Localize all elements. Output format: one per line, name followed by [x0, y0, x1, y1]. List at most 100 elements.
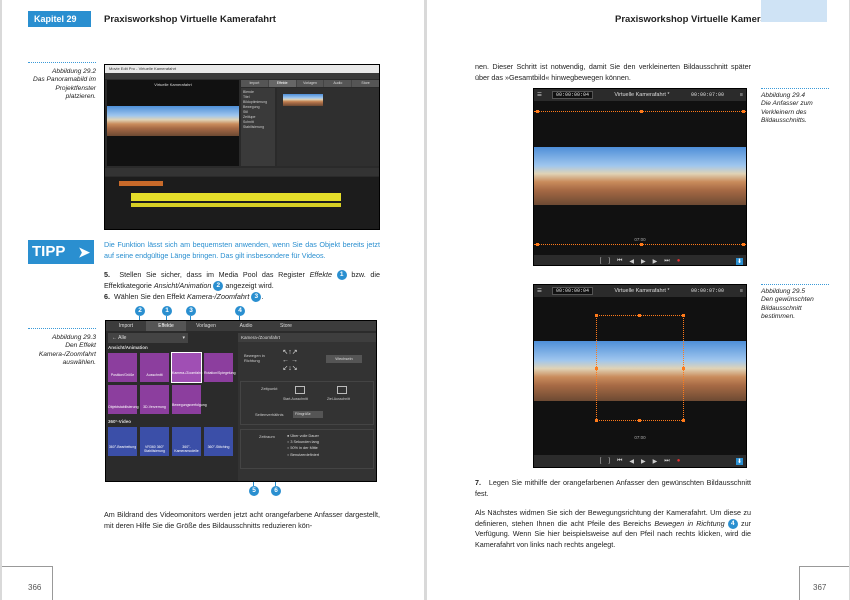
tab-vorlagen[interactable]: Vorlagen [186, 321, 226, 331]
tile-360-stabilisierung[interactable]: VR360 360° Stabilisierung [140, 427, 169, 456]
start-label[interactable]: Start-Ausschnitt [283, 397, 308, 401]
figure-caption-29-2: Abbildung 29.2 Das Panoramabild im Proje… [24, 68, 96, 102]
jump-end-icon[interactable]: ⏭ [664, 258, 669, 265]
tile-label: 360°-Stitching [207, 445, 230, 449]
reset-button[interactable]: Wechseln [326, 355, 362, 363]
record-icon[interactable]: ● [677, 258, 681, 264]
duration-options: ● Über volle Dauer ○ 3 Sekunden lang ○ 5… [287, 433, 319, 458]
tile-360-kameramodelle[interactable]: 360°-Kameramodelle [172, 427, 201, 456]
corner-mark [52, 566, 53, 600]
duration-label: Zeitraum [259, 434, 275, 439]
tile-360-stitching[interactable]: 360°-Stitching [204, 427, 233, 456]
tab-import[interactable]: Import [241, 80, 268, 87]
time-scale: 07:00 [634, 237, 646, 242]
menu-icon[interactable]: ≡ [740, 288, 743, 294]
handle[interactable] [595, 314, 598, 317]
tab-audio[interactable]: Audio [324, 80, 352, 87]
monitor-screenshot-29-5: ☰ 00:00:00:04 Virtuelle Kamerafahrt * 00… [533, 284, 747, 468]
monitor-title: Virtuelle Kamerafahrt * [614, 92, 670, 98]
jump-end-icon[interactable]: ⏭ [664, 458, 669, 465]
mark-in-icon[interactable]: [ [600, 458, 602, 464]
tile-kamera-zoomfahrt[interactable]: Kamera-/Zoomfahrt [171, 352, 202, 383]
end-frame-icon[interactable] [337, 386, 347, 394]
media-thumbnail[interactable] [283, 94, 323, 106]
caption-label: Abbildung 29.5 [761, 288, 805, 295]
panorama-image [534, 147, 746, 205]
handle[interactable] [536, 110, 539, 113]
tile-360-bearbeitung[interactable]: 360°-Bearbeitung [108, 427, 137, 456]
tab-effekte[interactable]: Effekte [268, 80, 296, 87]
transport-controls: [ ] ⏮ ◀ ▶ ▶ ⏭ ● ⬇ [534, 255, 746, 265]
jump-start-icon[interactable]: ⏮ [617, 258, 622, 265]
callout-badge: 3 [251, 292, 262, 303]
tab-store[interactable]: Store [352, 80, 379, 87]
tipp-badge: TIPP ➤ [28, 240, 94, 264]
tile-bewegungsverfolgung[interactable]: Bewegungsverfolgung [172, 385, 207, 414]
menu-icon[interactable]: ☰ [537, 92, 542, 98]
figure-caption-29-5: Abbildung 29.5 Den gewünschten Bildaussc… [761, 288, 823, 322]
tile-3d-verzerrung[interactable]: 3D-Verzerrung [140, 385, 169, 414]
mark-in-icon[interactable]: [ [600, 258, 602, 264]
left-page: Kapitel 29 Praxisworkshop Virtuelle Kame… [2, 0, 424, 600]
tab-import[interactable]: Import [106, 321, 146, 331]
radio-option[interactable]: ○ 50% in der Mitte [287, 445, 319, 451]
corner-mark [2, 566, 52, 567]
handle[interactable] [742, 110, 745, 113]
tile-label: Objektstabilisierung [108, 405, 139, 409]
end-label[interactable]: Ziel-Ausschnitt [327, 397, 350, 401]
clip-header[interactable] [119, 181, 163, 186]
handle[interactable] [638, 314, 641, 317]
jump-start-icon[interactable]: ⏮ [617, 458, 622, 465]
points-label: Zeitpunkt [261, 386, 278, 391]
mark-out-icon[interactable]: ] [608, 458, 610, 464]
effect-tiles-360: 360°-Bearbeitung VR360 360° Stabilisieru… [108, 427, 234, 456]
step-forward-icon[interactable]: ▶ [653, 258, 658, 265]
handle[interactable] [682, 419, 685, 422]
tab-audio[interactable]: Audio [226, 321, 266, 331]
tile-rotation-spiegelung[interactable]: Rotation/Spiegelung [204, 353, 236, 382]
tile-label: Ausschnitt [146, 373, 163, 377]
direction-arrows[interactable]: ↖↑↗ ← → ↙↓↘ [278, 349, 302, 373]
tile-position-groesse[interactable]: Position/Größe [108, 353, 137, 382]
tile-label: 360°-Bearbeitung [108, 445, 137, 449]
step-text: Legen Sie mithilfe der orangefarbenen An… [475, 478, 751, 498]
mediapool-content [277, 88, 379, 166]
handle[interactable] [638, 419, 641, 422]
menu-icon[interactable]: ☰ [537, 288, 542, 294]
start-frame-icon[interactable] [295, 386, 305, 394]
play-icon[interactable]: ▶ [641, 458, 646, 465]
handle[interactable] [595, 419, 598, 422]
menu-icon[interactable]: ≡ [740, 92, 743, 98]
handle[interactable] [682, 367, 685, 370]
download-icon[interactable]: ⬇ [735, 457, 743, 465]
selection-frame[interactable] [596, 315, 684, 421]
arrow-left-icon: ← [112, 335, 117, 341]
category-filter[interactable]: ← Alle ▾ [108, 333, 188, 343]
step-forward-icon[interactable]: ▶ [653, 458, 658, 465]
step-back-icon[interactable]: ◀ [629, 458, 634, 465]
caption-label: Abbildung 29.3 [52, 334, 96, 341]
play-icon[interactable]: ▶ [641, 258, 646, 265]
monitor-title: Virtuelle Kamerafahrt * [614, 288, 670, 294]
clip-yellow-2[interactable] [131, 203, 341, 207]
tile-ausschnitt[interactable]: Ausschnitt [140, 353, 169, 382]
step-back-icon[interactable]: ◀ [629, 258, 634, 265]
tile-objektstabilisierung[interactable]: Objektstabilisierung [108, 385, 139, 414]
tab-effekte[interactable]: Effekte [146, 321, 186, 331]
mark-out-icon[interactable]: ] [608, 258, 610, 264]
callout-badge: 4 [235, 306, 245, 316]
clip-yellow[interactable] [131, 193, 341, 201]
list-item[interactable]: Stabilisierung [243, 125, 273, 130]
mediapool-list: Blende Titel Bildoptimierung Bewegung St… [241, 88, 275, 166]
radio-option[interactable]: ○ Benutzerdefiniert [287, 452, 319, 458]
tab-vorlagen[interactable]: Vorlagen [296, 80, 324, 87]
record-icon[interactable]: ● [677, 458, 681, 464]
aspect-select[interactable]: Filmgröße [293, 411, 323, 418]
handle[interactable] [682, 314, 685, 317]
download-icon[interactable]: ⬇ [735, 257, 743, 265]
screenshot-29-3-wrapper: 2 1 3 4 5 6 Import Effekte Vorlagen Audi… [105, 306, 377, 498]
handle[interactable] [595, 367, 598, 370]
body-paragraph: nen. Dieser Schritt ist notwendig, damit… [475, 62, 751, 82]
tab-store[interactable]: Store [266, 321, 306, 331]
handle[interactable] [640, 110, 643, 113]
